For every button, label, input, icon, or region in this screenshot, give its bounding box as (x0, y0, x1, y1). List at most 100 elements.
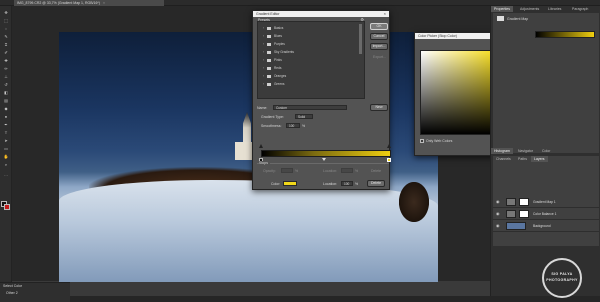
history-brush-tool-icon[interactable]: ↺ (3, 82, 9, 87)
opacity-location-field (341, 168, 353, 173)
quick-select-tool-icon[interactable]: ✎ (3, 34, 9, 39)
tab-channels[interactable]: Channels (493, 156, 514, 162)
color-location-field[interactable]: 100 (341, 181, 353, 186)
tab-paragraph[interactable]: Paragraph (569, 6, 591, 12)
photo-tree-right (399, 182, 429, 222)
healing-tool-icon[interactable]: ✚ (3, 58, 9, 63)
folder-icon (267, 82, 271, 86)
midpoint-diamond[interactable] (322, 158, 326, 161)
brush-tool-icon[interactable]: ✏ (3, 66, 9, 71)
properties-panel: Gradient Map (493, 13, 599, 153)
folder-icon (267, 66, 271, 70)
move-tool-icon[interactable]: ✥ (3, 10, 9, 15)
tab-paths[interactable]: Paths (515, 156, 530, 162)
cancel-button[interactable]: Cancel (370, 33, 388, 40)
export-button[interactable]: Export... (373, 55, 386, 59)
new-button[interactable]: New (370, 104, 388, 111)
close-icon[interactable]: × (103, 1, 105, 5)
opacity-label: Opacity: (263, 169, 276, 173)
marquee-tool-icon[interactable]: ⬚ (3, 18, 9, 23)
gear-icon[interactable]: ⚙ (360, 17, 364, 22)
delete-stop-button[interactable]: Delete (367, 180, 385, 187)
blur-tool-icon[interactable]: ◆ (3, 106, 9, 111)
opacity-location-label: Location: (323, 169, 338, 173)
stamp-tool-icon[interactable]: ⊥ (3, 74, 9, 79)
right-panel-dock: Properties Adjustments Libraries Paragra… (490, 6, 600, 296)
close-icon[interactable]: × (384, 11, 386, 17)
smoothness-label: Smoothness: (261, 124, 282, 128)
select-color-title: Select Color (3, 284, 23, 288)
color-location-label: Location: (323, 182, 338, 186)
smoothness-field[interactable]: 100 (286, 123, 300, 128)
preset-folder[interactable]: › Purples (263, 41, 285, 47)
only-web-colors-checkbox[interactable] (420, 139, 424, 143)
layer-thumbnail (506, 210, 516, 218)
tab-histogram[interactable]: Histogram (491, 148, 513, 154)
preset-folder[interactable]: › Sky Gradients (263, 49, 294, 55)
path-select-tool-icon[interactable]: ➤ (3, 138, 9, 143)
gradient-tool-icon[interactable]: ▤ (3, 98, 9, 103)
layer-mask-thumbnail[interactable] (519, 210, 529, 218)
lasso-tool-icon[interactable]: ◌ (3, 26, 9, 31)
status-bar (70, 296, 600, 302)
other-item[interactable]: Other 2 (6, 291, 18, 295)
preset-folder[interactable]: › Basics (263, 25, 283, 31)
properties-layer-label: Gradient Map (507, 17, 529, 21)
opacity-stop-left[interactable] (259, 144, 263, 148)
eye-icon[interactable]: ◉ (496, 211, 500, 216)
name-field[interactable]: Custom (273, 105, 347, 110)
pen-tool-icon[interactable]: ✒ (3, 122, 9, 127)
gradient-editor-titlebar: Gradient Editor × (253, 11, 389, 17)
photo-snowy-hill (59, 180, 438, 282)
color-picker-title: Color Picker (Stop Color) (418, 34, 457, 38)
preset-folder[interactable]: › Reds (263, 65, 281, 71)
eye-icon[interactable]: ◉ (496, 199, 500, 204)
layer-row[interactable]: ◉ Background (493, 220, 599, 232)
layer-name: Gradient Map 1 (533, 200, 556, 204)
stop-color-swatch[interactable] (283, 181, 297, 186)
import-button[interactable]: Import... (370, 43, 388, 50)
hand-tool-icon[interactable]: ✋ (3, 154, 9, 159)
tab-color[interactable]: Color (539, 148, 553, 154)
more-tools-icon[interactable]: … (3, 172, 9, 177)
presets-scrollbar[interactable] (359, 24, 362, 54)
zoom-tool-icon[interactable]: ⌕ (3, 162, 9, 167)
gradient-type-select[interactable]: Solid (295, 114, 313, 119)
tab-adjustments[interactable]: Adjustments (517, 6, 542, 12)
tab-libraries[interactable]: Libraries (545, 6, 564, 12)
layer-mask-thumbnail[interactable] (519, 198, 529, 206)
eraser-tool-icon[interactable]: ◧ (3, 90, 9, 95)
preset-folder[interactable]: › Greens (263, 81, 284, 87)
ok-button[interactable]: OK (370, 23, 388, 30)
presets-list[interactable]: Presets ⚙ › Basics › Blues › Purples › Sky G… (257, 17, 365, 99)
gradient-bar[interactable] (261, 150, 391, 157)
shape-tool-icon[interactable]: ▭ (3, 146, 9, 151)
folder-icon (267, 58, 271, 62)
crop-tool-icon[interactable]: ⌗ (3, 42, 9, 47)
only-web-colors-label: Only Web Colors (426, 139, 453, 143)
eyedropper-tool-icon[interactable]: ✐ (3, 50, 9, 55)
folder-icon (267, 34, 271, 38)
smoothness-unit: % (302, 124, 306, 128)
folder-icon (267, 42, 271, 46)
opacity-unit: % (295, 169, 299, 173)
gradient-type-label: Gradient Type: (261, 115, 284, 119)
background-color-swatch[interactable] (4, 204, 10, 210)
opacity-delete-button: Delete (371, 169, 382, 173)
tab-navigator[interactable]: Navigator (515, 148, 536, 154)
tab-layers[interactable]: Layers (531, 156, 548, 162)
preset-folder[interactable]: › Blues (263, 33, 282, 39)
tab-properties[interactable]: Properties (491, 6, 513, 12)
dodge-tool-icon[interactable]: ● (3, 114, 9, 119)
gradient-map-preview[interactable] (535, 31, 595, 38)
preset-folder[interactable]: › Pinks (263, 57, 282, 63)
opacity-location-unit: % (355, 169, 359, 173)
layer-row[interactable]: ◉ Color Balance 1 (493, 208, 599, 220)
preset-folder[interactable]: › Oranges (263, 73, 286, 79)
type-tool-icon[interactable]: T (3, 130, 9, 135)
opacity-stop-right[interactable] (387, 144, 391, 148)
eye-icon[interactable]: ◉ (496, 223, 500, 228)
layer-thumbnail (506, 222, 526, 230)
color-stop-right[interactable] (387, 158, 391, 162)
layer-row[interactable]: ◉ Gradient Map 1 (493, 196, 599, 208)
